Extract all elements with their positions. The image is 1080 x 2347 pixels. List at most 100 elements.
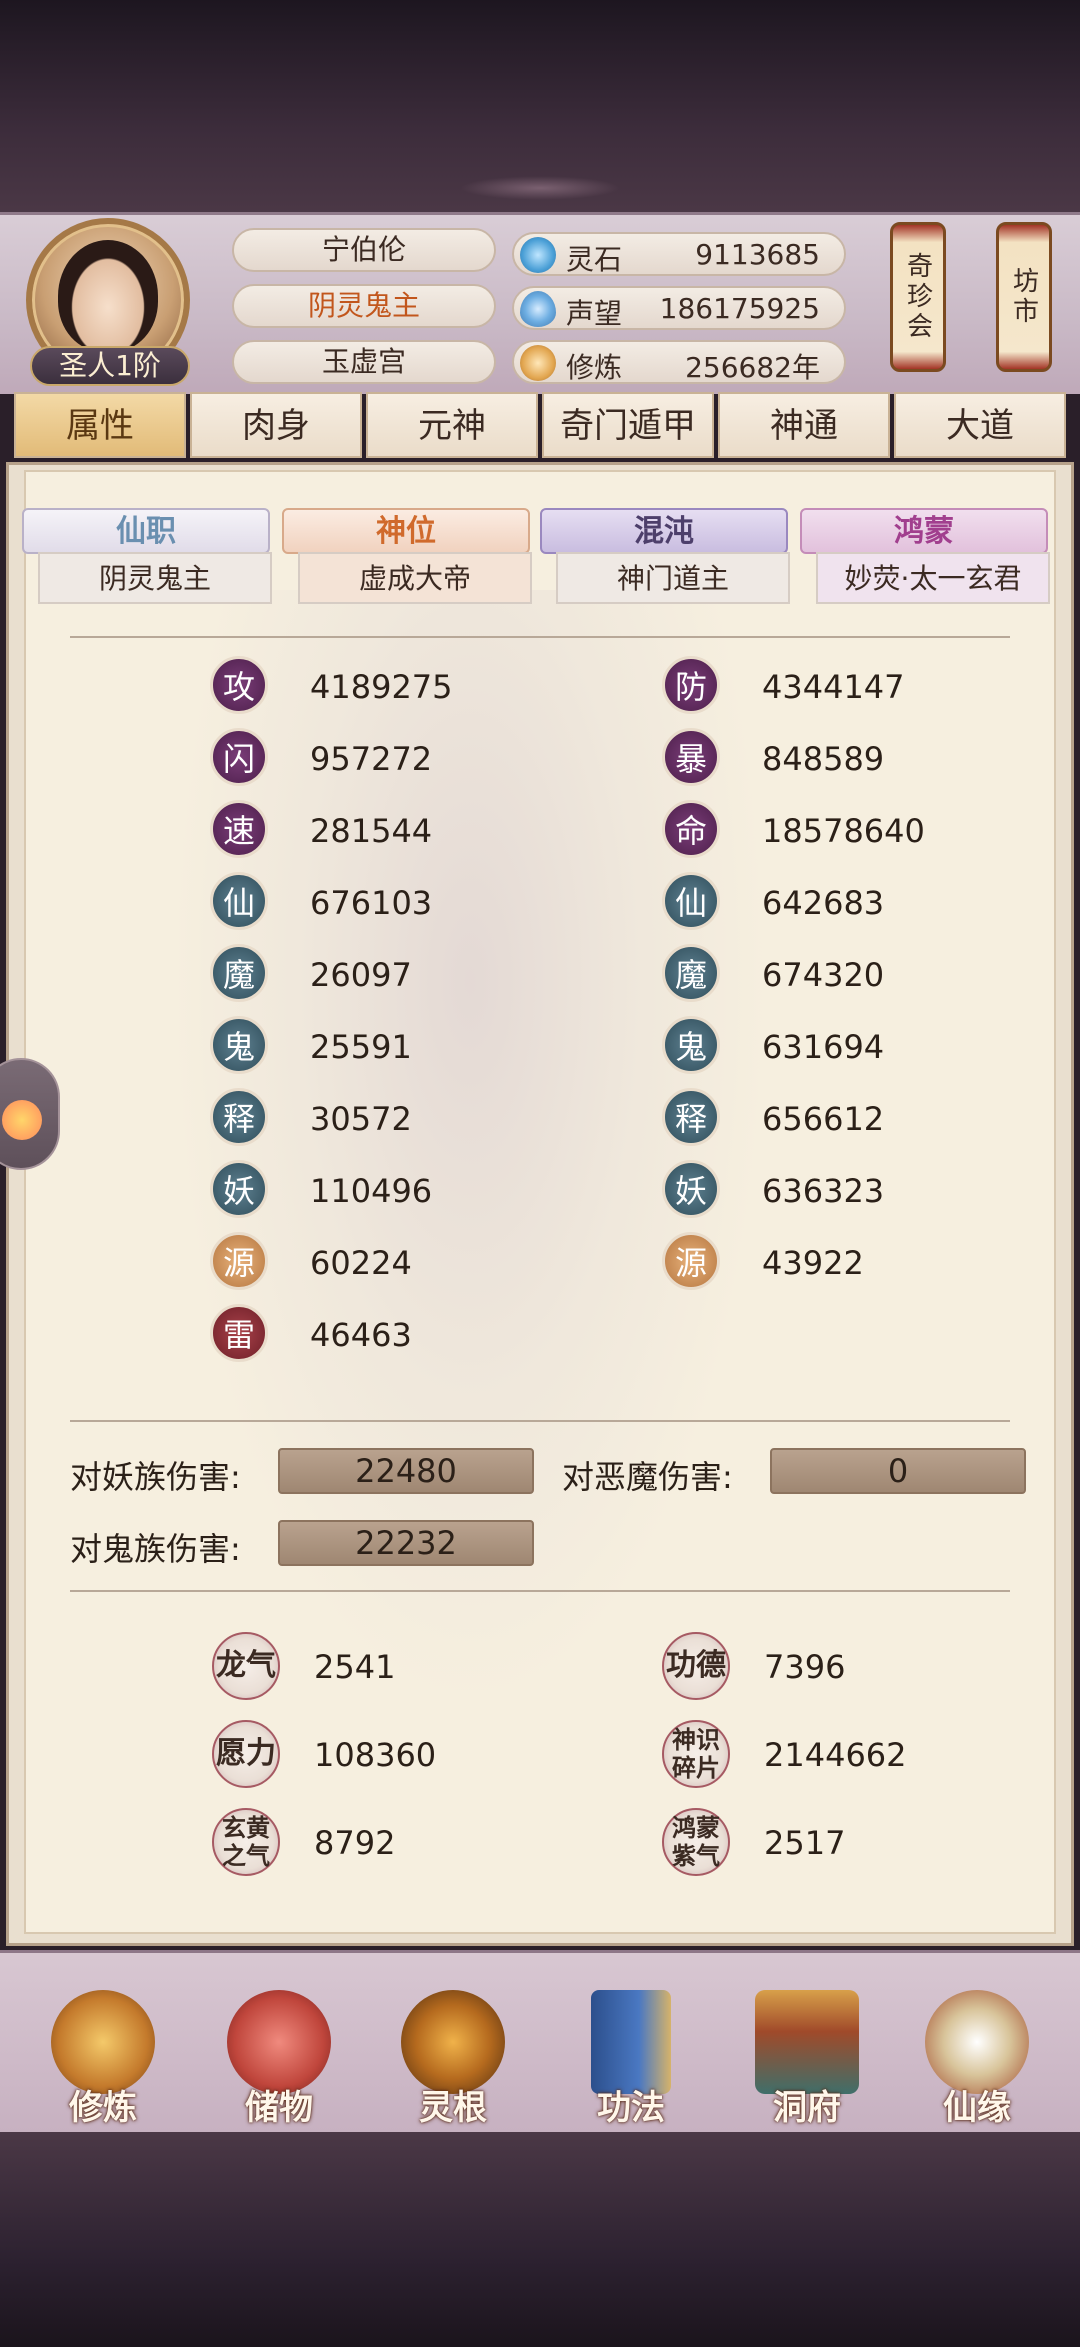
nav-cultivate[interactable]: 修炼: [38, 1990, 168, 2130]
hongmeng-purple-qi-icon: 鸿蒙紫气: [662, 1808, 730, 1876]
stat-value: 43922: [762, 1244, 864, 1282]
nav-label: 灵根: [419, 2088, 487, 2128]
nav-label: 储物: [245, 2088, 313, 2128]
divider: [70, 1420, 1010, 1422]
stat-glyph-icon[interactable]: 雷: [210, 1304, 268, 1362]
resource-value: 256682年: [685, 351, 820, 384]
stat-value: 30572: [310, 1100, 412, 1138]
stat-glyph-icon[interactable]: 妖: [662, 1160, 720, 1218]
evil-demon-damage-label: 对恶魔伤害:: [562, 1458, 733, 1496]
hongmeng-value: 妙荧·太一玄君: [816, 552, 1050, 604]
stat-value: 25591: [310, 1028, 412, 1066]
triskelion-icon: [401, 1990, 505, 2094]
player-title[interactable]: 阴灵鬼主: [232, 284, 496, 328]
resource-label: 修炼: [566, 351, 623, 384]
stat-glyph-icon[interactable]: 速: [210, 800, 268, 858]
tab-attributes[interactable]: 属性: [14, 392, 186, 458]
stat-value: 60224: [310, 1244, 412, 1282]
stat-glyph-icon[interactable]: 源: [210, 1232, 268, 1290]
avatar-portrait: [58, 240, 158, 352]
market-button[interactable]: 坊市: [996, 222, 1052, 372]
nav-spirit-root[interactable]: 灵根: [388, 1990, 518, 2130]
star-icon: [2, 1100, 42, 1140]
hongmeng-purple-qi-value: 2517: [764, 1824, 846, 1862]
stat-value: 4344147: [762, 668, 905, 706]
reputation-counter[interactable]: 声望 186175925: [512, 286, 846, 330]
stat-glyph-icon[interactable]: 攻: [210, 656, 268, 714]
book-icon: [591, 1990, 671, 2094]
treasure-fair-button[interactable]: 奇珍会: [890, 222, 946, 372]
stat-glyph-icon[interactable]: 防: [662, 656, 720, 714]
tab-powers[interactable]: 神通: [718, 392, 890, 458]
tab-body[interactable]: 肉身: [190, 392, 362, 458]
stat-glyph-icon[interactable]: 闪: [210, 728, 268, 786]
tab-bar: 属性 肉身 元神 奇门遁甲 神通 大道: [14, 392, 1066, 462]
stat-glyph-icon[interactable]: 暴: [662, 728, 720, 786]
immortal-post-ribbon[interactable]: 仙职: [22, 508, 270, 554]
nav-storage[interactable]: 储物: [214, 1990, 344, 2130]
cultivation-counter[interactable]: 修炼 256682年: [512, 340, 846, 384]
nav-technique[interactable]: 功法: [566, 1990, 696, 2130]
spirit-stone-icon: [520, 237, 556, 273]
stat-value: 26097: [310, 956, 412, 994]
evil-demon-damage-value: 0: [770, 1448, 1026, 1494]
stat-glyph-icon[interactable]: 鬼: [210, 1016, 268, 1074]
nav-destiny[interactable]: 仙缘: [912, 1990, 1042, 2130]
stat-value: 642683: [762, 884, 885, 922]
divine-sense-shard-icon: 神识碎片: [662, 1720, 730, 1788]
stat-value: 631694: [762, 1028, 885, 1066]
nav-label: 洞府: [773, 2088, 841, 2128]
rank-badge: 圣人1阶: [30, 346, 190, 386]
tab-spirit[interactable]: 元神: [366, 392, 538, 458]
bottom-decoration: [0, 2132, 1080, 2347]
stat-value: 18578640: [762, 812, 925, 850]
stat-glyph-icon[interactable]: 魔: [210, 944, 268, 1002]
wish-power-value: 108360: [314, 1736, 437, 1774]
xuanhuang-qi-icon: 玄黄之气: [212, 1808, 280, 1876]
divider: [70, 1590, 1010, 1592]
stat-value: 636323: [762, 1172, 885, 1210]
spirit-stone-counter[interactable]: 灵石 9113685: [512, 232, 846, 276]
stat-glyph-icon[interactable]: 源: [662, 1232, 720, 1290]
stat-glyph-icon[interactable]: 释: [210, 1088, 268, 1146]
hongmeng-ribbon[interactable]: 鸿蒙: [800, 508, 1048, 554]
dragon-qi-icon: 龙气: [212, 1632, 280, 1700]
stat-glyph-icon[interactable]: 魔: [662, 944, 720, 1002]
resource-label: 灵石: [566, 243, 623, 276]
resource-value: 9113685: [695, 238, 820, 271]
stat-value: 957272: [310, 740, 433, 778]
stat-glyph-icon[interactable]: 鬼: [662, 1016, 720, 1074]
tab-qimen[interactable]: 奇门遁甲: [542, 392, 714, 458]
merit-icon: 功德: [662, 1632, 730, 1700]
player-name: 宁伯伦: [232, 228, 496, 272]
stat-value: 4189275: [310, 668, 453, 706]
stat-glyph-icon[interactable]: 仙: [210, 872, 268, 930]
stat-glyph-icon[interactable]: 释: [662, 1088, 720, 1146]
stat-value: 676103: [310, 884, 433, 922]
stat-glyph-icon[interactable]: 仙: [662, 872, 720, 930]
nav-label: 修炼: [69, 2088, 137, 2128]
player-sect: 玉虚宫: [232, 340, 496, 384]
stat-glyph-icon[interactable]: 命: [662, 800, 720, 858]
reputation-icon: [520, 291, 556, 327]
floating-event-button[interactable]: [0, 1058, 60, 1170]
stat-value: 281544: [310, 812, 433, 850]
meditating-figure-icon: [51, 1990, 155, 2094]
god-rank-value: 虚成大帝: [298, 552, 532, 604]
wish-power-icon: 愿力: [212, 1720, 280, 1788]
dragon-qi-value: 2541: [314, 1648, 396, 1686]
tab-dao[interactable]: 大道: [894, 392, 1066, 458]
pavilion-icon: [755, 1990, 859, 2094]
god-rank-ribbon[interactable]: 神位: [282, 508, 530, 554]
divider: [70, 636, 1010, 638]
nav-cave-dwelling[interactable]: 洞府: [742, 1990, 872, 2130]
resource-label: 声望: [566, 297, 623, 330]
nav-label: 功法: [597, 2088, 665, 2128]
gourd-yinyang-icon: [925, 1990, 1029, 2094]
cultivation-icon: [520, 345, 556, 381]
stat-glyph-icon[interactable]: 妖: [210, 1160, 268, 1218]
top-decoration: [0, 0, 1080, 215]
stat-value: 656612: [762, 1100, 885, 1138]
stat-value: 848589: [762, 740, 885, 778]
chaos-ribbon[interactable]: 混沌: [540, 508, 788, 554]
